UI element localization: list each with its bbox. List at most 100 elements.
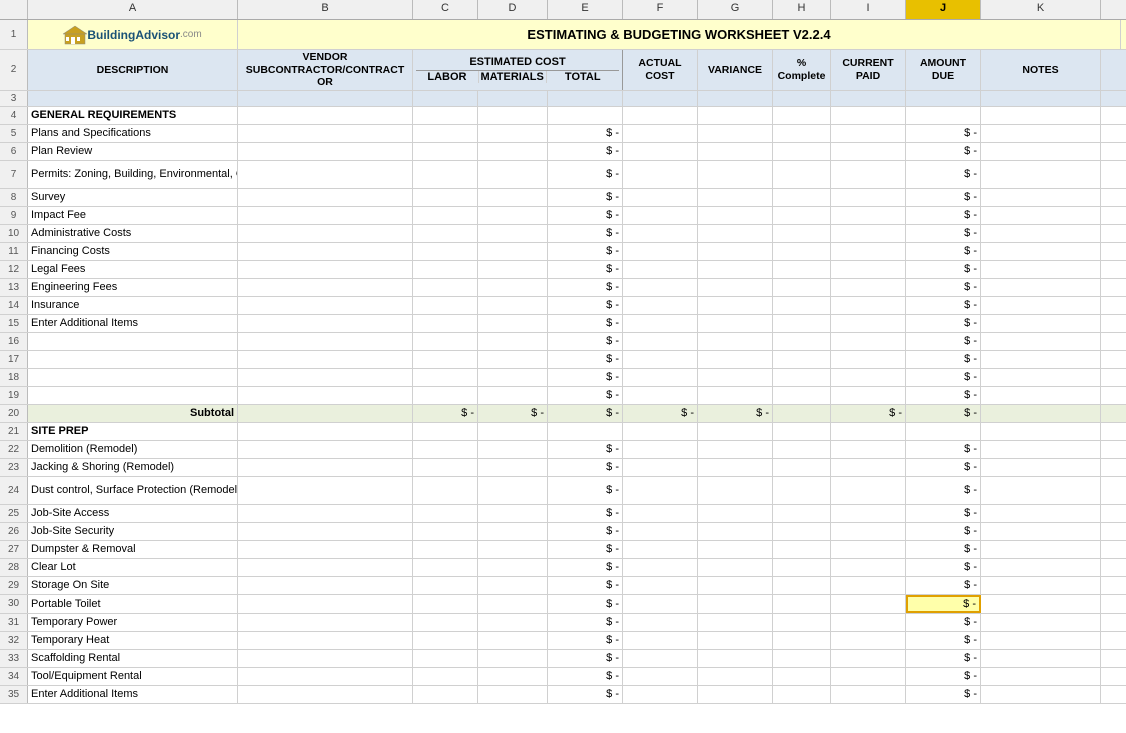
row-24-variance[interactable] (698, 477, 773, 504)
row-10[interactable]: 10Administrative Costs$ -$ - (0, 225, 1126, 243)
row-18-desc[interactable] (28, 369, 238, 386)
row-16-variance[interactable] (698, 333, 773, 350)
row-19-actual[interactable] (623, 387, 698, 404)
row-4-materials[interactable] (478, 107, 548, 124)
row-8-actual[interactable] (623, 189, 698, 206)
row-9-amount-due[interactable]: $ - (906, 207, 981, 224)
row-31-actual[interactable] (623, 614, 698, 631)
row-11-current-paid[interactable] (831, 243, 906, 260)
row-23-notes[interactable] (981, 459, 1101, 476)
row-33-materials[interactable] (478, 650, 548, 667)
row-13-materials[interactable] (478, 279, 548, 296)
row-25-notes[interactable] (981, 505, 1101, 522)
row-24-vendor[interactable] (238, 477, 413, 504)
row-5-actual[interactable] (623, 125, 698, 142)
row-25-pct[interactable] (773, 505, 831, 522)
row-29-amount-due[interactable]: $ - (906, 577, 981, 594)
row-9-materials[interactable] (478, 207, 548, 224)
row-14[interactable]: 14Insurance$ -$ - (0, 297, 1126, 315)
row-15-labor[interactable] (413, 315, 478, 332)
row-22-vendor[interactable] (238, 441, 413, 458)
row-34-materials[interactable] (478, 668, 548, 685)
row-13-current-paid[interactable] (831, 279, 906, 296)
row-33-actual[interactable] (623, 650, 698, 667)
row-12-vendor[interactable] (238, 261, 413, 278)
row-19-total[interactable]: $ - (548, 387, 623, 404)
row-21-variance[interactable] (698, 423, 773, 440)
col-k-header[interactable]: K (981, 0, 1101, 19)
row-26-materials[interactable] (478, 523, 548, 540)
row-15-amount-due[interactable]: $ - (906, 315, 981, 332)
col-j-header[interactable]: J (906, 0, 981, 19)
row-13-notes[interactable] (981, 279, 1101, 296)
row-33-vendor[interactable] (238, 650, 413, 667)
row-34-labor[interactable] (413, 668, 478, 685)
row-32-materials[interactable] (478, 632, 548, 649)
row-15-vendor[interactable] (238, 315, 413, 332)
row-16-labor[interactable] (413, 333, 478, 350)
row-5-pct[interactable] (773, 125, 831, 142)
row-30-labor[interactable] (413, 595, 478, 613)
row-28-labor[interactable] (413, 559, 478, 576)
row-8-labor[interactable] (413, 189, 478, 206)
row-31-pct[interactable] (773, 614, 831, 631)
row-12-variance[interactable] (698, 261, 773, 278)
row-24-amount-due[interactable]: $ - (906, 477, 981, 504)
row-4-vendor[interactable] (238, 107, 413, 124)
row-24-materials[interactable] (478, 477, 548, 504)
row-16[interactable]: 16$ -$ - (0, 333, 1126, 351)
row-14-materials[interactable] (478, 297, 548, 314)
row-20-total[interactable]: $ - (548, 405, 623, 422)
row-13-labor[interactable] (413, 279, 478, 296)
row-27-actual[interactable] (623, 541, 698, 558)
row-8-current-paid[interactable] (831, 189, 906, 206)
row-27[interactable]: 27Dumpster & Removal$ -$ - (0, 541, 1126, 559)
row-25-amount-due[interactable]: $ - (906, 505, 981, 522)
row-26-notes[interactable] (981, 523, 1101, 540)
row-28-vendor[interactable] (238, 559, 413, 576)
row-19-current-paid[interactable] (831, 387, 906, 404)
row-9-labor[interactable] (413, 207, 478, 224)
row-21-pct[interactable] (773, 423, 831, 440)
col-g-header[interactable]: G (698, 0, 773, 19)
row-11-materials[interactable] (478, 243, 548, 260)
row-20-variance[interactable]: $ - (698, 405, 773, 422)
row-14-current-paid[interactable] (831, 297, 906, 314)
row-14-notes[interactable] (981, 297, 1101, 314)
row-27-desc[interactable]: Dumpster & Removal (28, 541, 238, 558)
col-a-header[interactable]: A (28, 0, 238, 19)
row-4-notes[interactable] (981, 107, 1101, 124)
row-8-amount-due[interactable]: $ - (906, 189, 981, 206)
row-24[interactable]: 24Dust control, Surface Protection (Remo… (0, 477, 1126, 505)
row-7-actual[interactable] (623, 161, 698, 188)
row-35-desc[interactable]: Enter Additional Items (28, 686, 238, 703)
row-6-labor[interactable] (413, 143, 478, 160)
row-5-variance[interactable] (698, 125, 773, 142)
row-17-actual[interactable] (623, 351, 698, 368)
row-34-total[interactable]: $ - (548, 668, 623, 685)
row-31-desc[interactable]: Temporary Power (28, 614, 238, 631)
row-19-materials[interactable] (478, 387, 548, 404)
row-10-amount-due[interactable]: $ - (906, 225, 981, 242)
row-19-pct[interactable] (773, 387, 831, 404)
row-34-vendor[interactable] (238, 668, 413, 685)
row-35-variance[interactable] (698, 686, 773, 703)
row-16-total[interactable]: $ - (548, 333, 623, 350)
row-28-materials[interactable] (478, 559, 548, 576)
row-23-variance[interactable] (698, 459, 773, 476)
row-29-variance[interactable] (698, 577, 773, 594)
row-18[interactable]: 18$ -$ - (0, 369, 1126, 387)
row-33-variance[interactable] (698, 650, 773, 667)
row-31-amount-due[interactable]: $ - (906, 614, 981, 631)
row-11-actual[interactable] (623, 243, 698, 260)
row-20-notes[interactable] (981, 405, 1101, 422)
row-29-vendor[interactable] (238, 577, 413, 594)
row-7-amount-due[interactable]: $ - (906, 161, 981, 188)
row-19-amount-due[interactable]: $ - (906, 387, 981, 404)
row-7-vendor[interactable] (238, 161, 413, 188)
row-22-labor[interactable] (413, 441, 478, 458)
row-13-amount-due[interactable]: $ - (906, 279, 981, 296)
row-4-desc[interactable]: GENERAL REQUIREMENTS (28, 107, 238, 124)
row-17-vendor[interactable] (238, 351, 413, 368)
row-10-vendor[interactable] (238, 225, 413, 242)
